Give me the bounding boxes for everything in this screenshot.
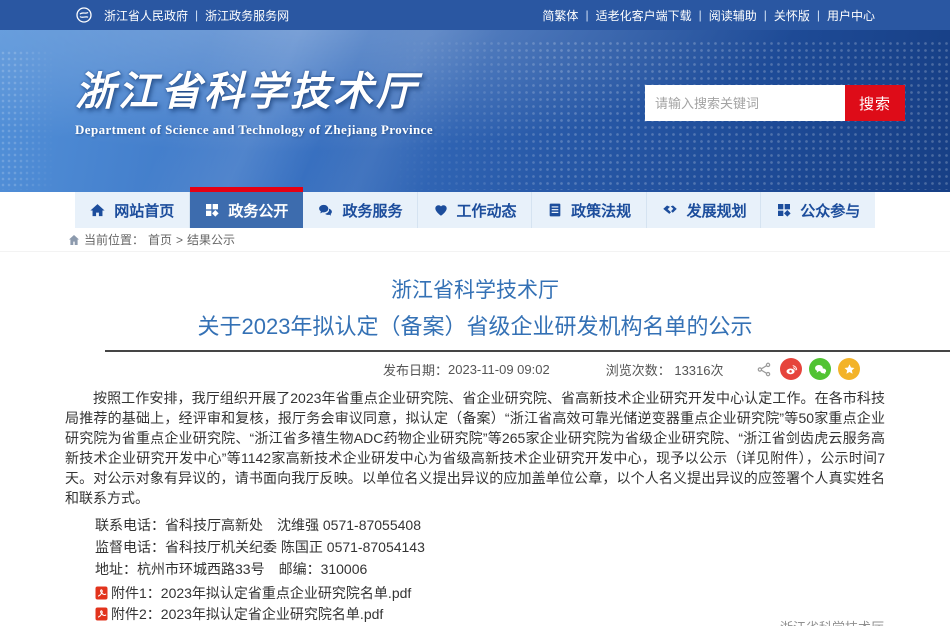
contact-line: 联系电话：省科技厅高新处 沈维强 0571-87055408: [95, 514, 885, 536]
attachment-label: 附件1：2023年拟认定省重点企业研究院名单.pdf: [111, 586, 411, 600]
site-logo[interactable]: 浙江省科学技术厅 Department of Science and Techn…: [75, 70, 433, 138]
main-nav: 网站首页 政务公开 政务服务 工作动态: [0, 192, 950, 228]
search-button[interactable]: 搜索: [845, 85, 905, 121]
work-news-icon: [433, 202, 449, 218]
attachment-label: 附件2：2023年拟认定省企业研究院名单.pdf: [111, 607, 383, 621]
link-care-version[interactable]: 关怀版: [774, 7, 810, 24]
link-user-center[interactable]: 用户中心: [827, 7, 875, 24]
article-meta: 发布日期： 2023-11-09 09:02 浏览次数： 13316次: [0, 352, 950, 386]
banner-dot-strip: [0, 50, 55, 190]
separator: |: [585, 8, 588, 22]
contact-line: 地址：杭州市环城西路33号 邮编：310006: [95, 558, 885, 580]
views-label: 浏览次数：: [606, 363, 671, 378]
nav-item-gov-service[interactable]: 政务服务: [303, 192, 418, 228]
gov-affairs-open-icon: [204, 202, 220, 218]
article-title-line1: 浙江省科学技术厅: [0, 278, 950, 304]
footer-site-name: 浙江省科学技术厅: [780, 617, 884, 626]
views-value: 13316次: [674, 363, 723, 378]
link-simplified-traditional[interactable]: 简繁体: [542, 7, 578, 24]
gov-service-icon: [317, 202, 334, 219]
home-icon: [89, 202, 106, 219]
article: 浙江省科学技术厅 关于2023年拟认定（备案）省级企业研发机构名单的公示 发布日…: [0, 252, 950, 626]
nav-item-label: 网站首页: [114, 200, 174, 221]
breadcrumb-home-link[interactable]: 首页: [148, 231, 172, 248]
share-nodes-icon[interactable]: [756, 361, 773, 378]
contact-info: 联系电话：省科技厅高新处 沈维强 0571-87055408 监督电话：省科技厅…: [95, 514, 885, 580]
site-name-english: Department of Science and Technology of …: [75, 122, 433, 138]
breadcrumb-separator: >: [176, 233, 183, 247]
separator: |: [764, 8, 767, 22]
nav-item-label: 政务服务: [342, 200, 402, 221]
contact-line: 监督电话：省科技厅机关纪委 陈国正 0571-87054143: [95, 536, 885, 558]
nav-item-label: 发展规划: [687, 200, 747, 221]
publish-date-value: 2023-11-09 09:02: [448, 362, 550, 377]
article-title-line2: 关于2023年拟认定（备案）省级企业研发机构名单的公示: [0, 312, 950, 342]
nav-item-work-news[interactable]: 工作动态: [418, 192, 533, 228]
wechat-icon[interactable]: [809, 358, 831, 380]
pdf-icon: [95, 586, 108, 600]
nav-item-public-participation[interactable]: 公众参与: [761, 192, 875, 228]
policy-doc-icon: [547, 202, 563, 218]
separator: |: [195, 8, 198, 22]
development-plan-icon: [661, 201, 679, 219]
separator: |: [817, 8, 820, 22]
article-body-paragraph: 按照工作安排，我厅组织开展了2023年省重点企业研究院、省企业研究院、省高新技术…: [65, 388, 885, 508]
link-elderly-client-download[interactable]: 适老化客户端下载: [596, 7, 692, 24]
breadcrumb-label: 当前位置：: [84, 231, 144, 248]
nav-item-label: 政策法规: [571, 200, 631, 221]
site-name: 浙江省科学技术厅: [75, 70, 433, 114]
nav-item-label: 政务公开: [228, 200, 288, 221]
header-banner: 浙江省科学技术厅 Department of Science and Techn…: [0, 30, 950, 192]
search-input[interactable]: [645, 85, 845, 121]
nav-item-gov-affairs-open[interactable]: 政务公开: [190, 192, 304, 228]
publish-date-label: 发布日期：: [383, 360, 448, 379]
nav-item-development-plan[interactable]: 发展规划: [647, 192, 762, 228]
nav-item-label: 公众参与: [800, 200, 860, 221]
link-provincial-government[interactable]: 浙江省人民政府: [104, 7, 188, 24]
attachment-link[interactable]: 附件1：2023年拟认定省重点企业研究院名单.pdf: [95, 586, 950, 600]
share-bar: [756, 358, 860, 380]
top-utility-bar: 浙江省人民政府 | 浙江政务服务网 简繁体 | 适老化客户端下载 | 阅读辅助 …: [0, 0, 950, 30]
page: 浙江省人民政府 | 浙江政务服务网 简繁体 | 适老化客户端下载 | 阅读辅助 …: [0, 0, 950, 626]
nav-item-label: 工作动态: [457, 200, 517, 221]
link-gov-service-network[interactable]: 浙江政务服务网: [205, 7, 289, 24]
breadcrumb: 当前位置： 首页 > 结果公示: [0, 228, 950, 252]
separator: |: [699, 8, 702, 22]
link-reading-assist[interactable]: 阅读辅助: [709, 7, 757, 24]
breadcrumb-current: 结果公示: [187, 231, 235, 248]
public-participation-icon: [776, 202, 792, 218]
gov-emblem-icon: [75, 6, 93, 24]
home-icon: [68, 234, 80, 246]
search-box: 搜索: [645, 85, 905, 121]
nav-item-policy[interactable]: 政策法规: [532, 192, 647, 228]
weibo-icon[interactable]: [780, 358, 802, 380]
nav-item-home[interactable]: 网站首页: [75, 192, 190, 228]
favorite-star-icon[interactable]: [838, 358, 860, 380]
pdf-icon: [95, 607, 108, 621]
